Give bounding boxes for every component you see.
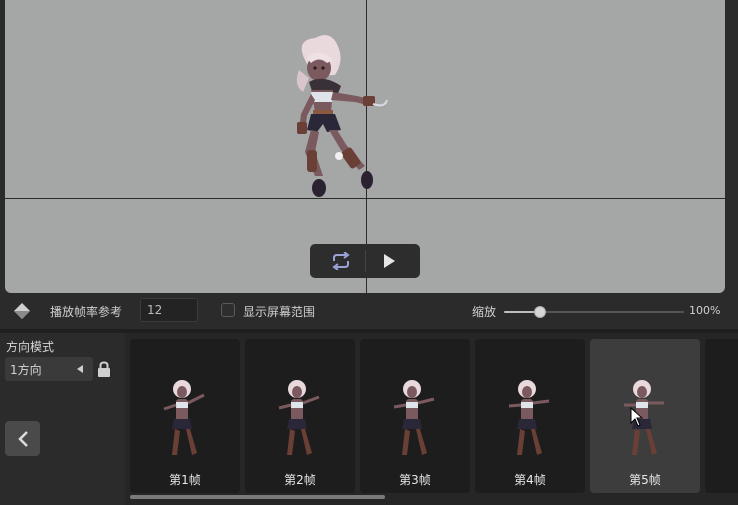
frame-sprite xyxy=(278,380,320,455)
frame-sprite xyxy=(393,380,435,455)
chevron-left-icon[interactable] xyxy=(5,421,40,456)
preview-toolbar: 播放帧率参考 显示屏幕范围 缩放 100% xyxy=(0,293,738,329)
frame-strip-scrollbar[interactable] xyxy=(130,495,385,499)
paint-bucket-icon[interactable] xyxy=(11,301,33,321)
frame-thumbnail[interactable]: 第3帧 xyxy=(360,339,470,493)
frame-label: 第5帧 xyxy=(629,473,661,487)
preview-canvas[interactable] xyxy=(5,0,725,293)
character-sprite xyxy=(275,30,405,202)
playback-controls xyxy=(310,244,420,278)
show-screen-checkbox[interactable] xyxy=(221,303,235,317)
zoom-slider[interactable] xyxy=(504,306,684,318)
direction-select[interactable]: 1方向 xyxy=(5,357,93,381)
caret-left-icon xyxy=(77,365,83,373)
show-screen-label: 显示屏幕范围 xyxy=(243,305,316,319)
frame-label: 第2帧 xyxy=(284,473,316,487)
fps-label: 播放帧率参考 xyxy=(50,305,123,319)
direction-mode-title: 方向模式 xyxy=(6,340,55,354)
frame-thumbnail-partial[interactable] xyxy=(705,339,738,493)
loop-icon[interactable] xyxy=(326,246,356,276)
frame-strip[interactable]: 第1帧 第2帧 第3帧 第4帧 第5帧 xyxy=(125,333,738,505)
mouse-cursor-icon xyxy=(630,407,644,427)
frame-thumbnail[interactable]: 第1帧 xyxy=(130,339,240,493)
zoom-slider-thumb[interactable] xyxy=(534,306,546,318)
lock-icon[interactable] xyxy=(97,361,111,377)
play-icon[interactable] xyxy=(374,246,404,276)
frame-sprite xyxy=(624,380,664,455)
zoom-label: 缩放 xyxy=(472,305,497,319)
frame-thumbnail[interactable]: 第4帧 xyxy=(475,339,585,493)
zoom-value: 100% xyxy=(689,304,721,317)
direction-select-value: 1方向 xyxy=(10,363,42,377)
frame-sprite xyxy=(163,380,205,455)
direction-panel: 方向模式 1方向 xyxy=(0,333,120,505)
fps-input[interactable] xyxy=(140,298,198,322)
frame-thumbnail[interactable]: 第5帧 xyxy=(590,339,700,493)
playback-separator xyxy=(365,250,366,272)
frame-label: 第1帧 xyxy=(169,473,201,487)
frame-label: 第3帧 xyxy=(399,473,431,487)
frame-sprite xyxy=(508,380,550,455)
frame-thumbnail[interactable]: 第2帧 xyxy=(245,339,355,493)
frame-label: 第4帧 xyxy=(514,473,546,487)
